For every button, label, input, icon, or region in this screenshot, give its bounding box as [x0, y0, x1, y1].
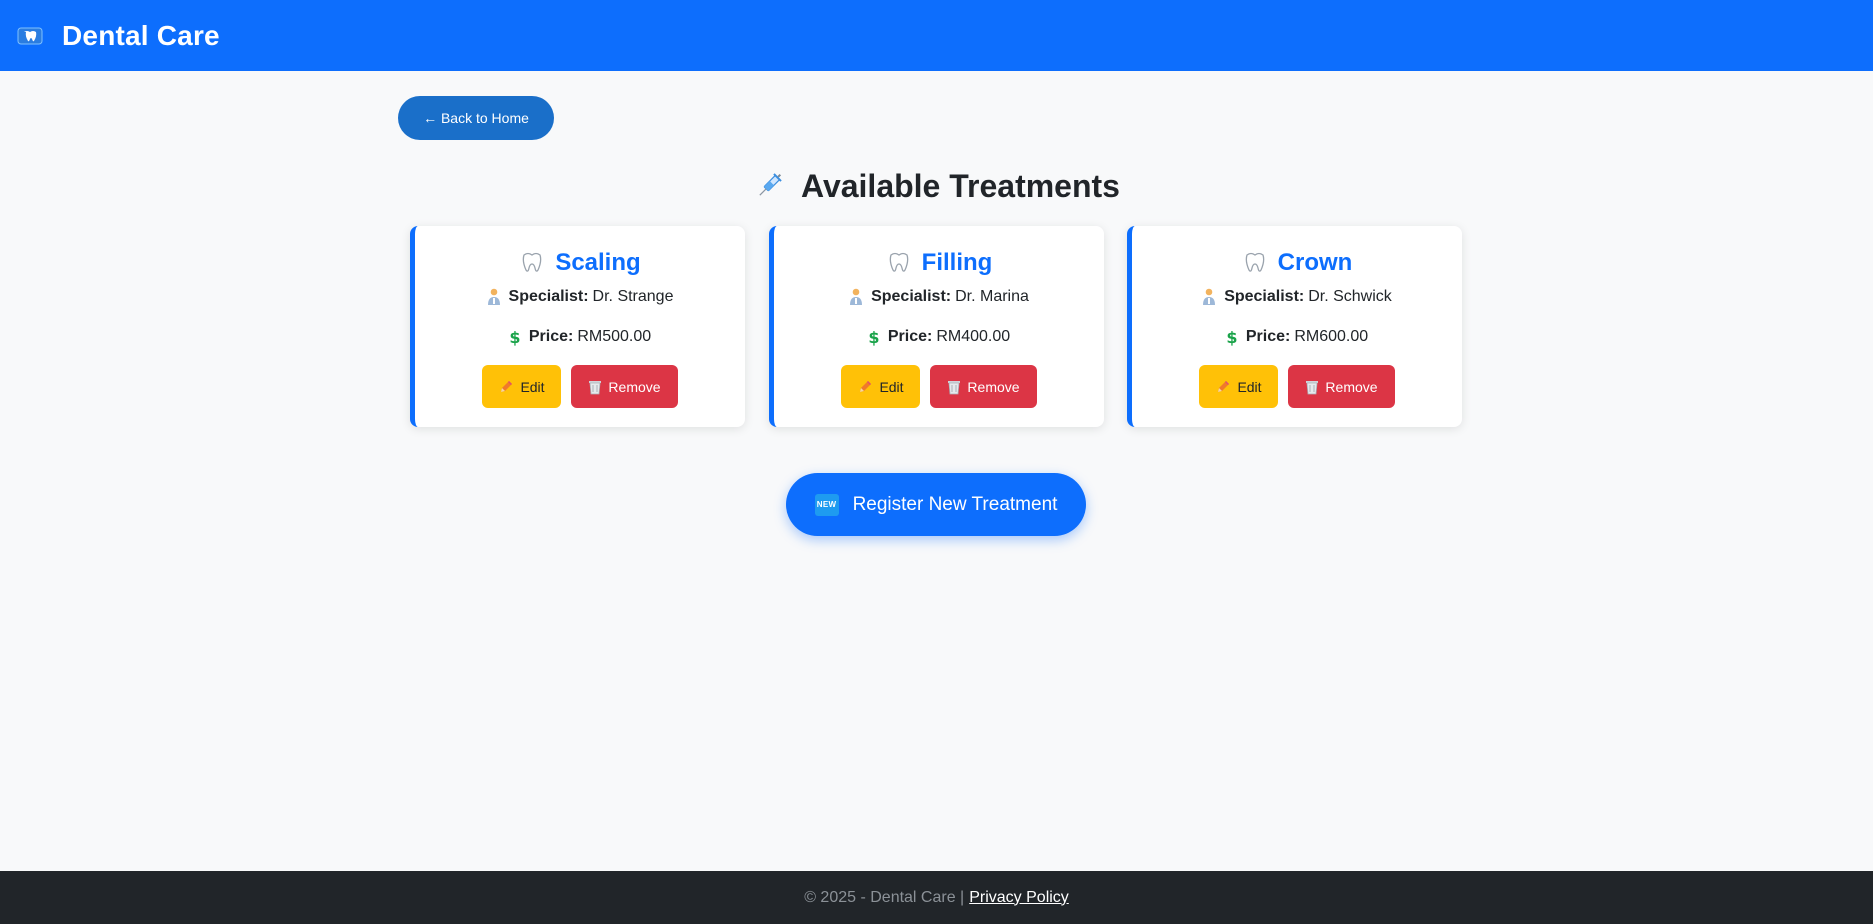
- specialist-value: Dr. Schwick: [1308, 288, 1392, 305]
- card-actions: Edit Remove: [774, 365, 1104, 408]
- svg-text:$: $: [868, 328, 879, 346]
- treatment-name-text: Crown: [1277, 249, 1353, 276]
- tooth-icon: [1242, 250, 1268, 276]
- specialist-line: Specialist: Dr. Marina: [774, 286, 1104, 308]
- doctor-icon: [1202, 288, 1216, 306]
- dollar-icon: $: [1226, 328, 1238, 346]
- remove-button-label: Remove: [967, 378, 1020, 395]
- doctor-icon: [487, 288, 501, 306]
- price-label: Price:: [528, 328, 574, 345]
- wastebasket-icon: [588, 379, 602, 395]
- remove-button[interactable]: Remove: [1288, 365, 1395, 408]
- brand-title[interactable]: Dental Care: [62, 20, 220, 52]
- new-badge-icon: NEW: [814, 493, 839, 516]
- wastebasket-icon: [947, 379, 961, 395]
- edit-button[interactable]: Edit: [1199, 365, 1278, 408]
- specialist-value: Dr. Marina: [955, 288, 1029, 305]
- price-line: $ Price: RM500.00: [415, 326, 745, 348]
- edit-button[interactable]: Edit: [482, 365, 561, 408]
- page-title-text: Available Treatments: [801, 167, 1120, 204]
- price-value: RM400.00: [936, 328, 1011, 345]
- remove-button-label: Remove: [608, 378, 661, 395]
- card-actions: Edit Remove: [1132, 365, 1462, 408]
- pencil-icon: [1215, 379, 1231, 395]
- specialist-line: Specialist: Dr. Schwick: [1132, 286, 1462, 308]
- footer: © 2025 - Dental Care | Privacy Policy: [0, 871, 1873, 924]
- register-new-treatment-button[interactable]: NEW Register New Treatment: [786, 473, 1086, 536]
- pencil-icon: [857, 379, 873, 395]
- tooth-icon: [519, 250, 545, 276]
- edit-button[interactable]: Edit: [841, 365, 920, 408]
- remove-button[interactable]: Remove: [930, 365, 1037, 408]
- footer-copyright: © 2025 - Dental Care |: [804, 888, 965, 906]
- dollar-icon: $: [868, 328, 880, 346]
- price-value: RM500.00: [577, 328, 652, 345]
- treatment-card: Crown Specialist: Dr. Schwick $ Price: R…: [1127, 226, 1462, 427]
- remove-button[interactable]: Remove: [571, 365, 678, 408]
- treatment-name: Crown: [1132, 246, 1462, 280]
- back-to-home-button[interactable]: ← Back to Home: [398, 96, 554, 140]
- wastebasket-icon: [1305, 379, 1319, 395]
- edit-button-label: Edit: [520, 378, 545, 395]
- treatment-name: Filling: [774, 246, 1104, 280]
- pencil-icon: [498, 379, 514, 395]
- edit-button-label: Edit: [1237, 378, 1262, 395]
- treatment-name-text: Filling: [921, 249, 993, 276]
- edit-button-label: Edit: [879, 378, 904, 395]
- specialist-label: Specialist:: [871, 288, 952, 305]
- remove-button-label: Remove: [1325, 378, 1378, 395]
- doctor-icon: [849, 288, 863, 306]
- card-actions: Edit Remove: [415, 365, 745, 408]
- tooth-icon: [886, 250, 912, 276]
- privacy-policy-link[interactable]: Privacy Policy: [969, 889, 1069, 907]
- price-label: Price:: [887, 328, 933, 345]
- treatment-card: Scaling Specialist: Dr. Strange $ Price:…: [410, 226, 745, 427]
- treatment-name: Scaling: [415, 246, 745, 280]
- specialist-label: Specialist:: [1224, 288, 1305, 305]
- svg-text:$: $: [1226, 328, 1237, 346]
- treatment-name-text: Scaling: [555, 249, 641, 276]
- specialist-value: Dr. Strange: [592, 288, 674, 305]
- tooth-logo-icon[interactable]: [16, 25, 44, 47]
- treatment-card: Filling Specialist: Dr. Marina $ Price: …: [769, 226, 1104, 427]
- specialist-line: Specialist: Dr. Strange: [415, 286, 745, 308]
- price-value: RM600.00: [1294, 328, 1369, 345]
- specialist-label: Specialist:: [508, 288, 589, 305]
- page-title: Available Treatments: [0, 164, 1873, 208]
- navbar: Dental Care: [0, 0, 1873, 71]
- price-label: Price:: [1245, 328, 1291, 345]
- dollar-icon: $: [509, 328, 521, 346]
- syringe-icon: [753, 170, 785, 202]
- price-line: $ Price: RM600.00: [1132, 326, 1462, 348]
- price-line: $ Price: RM400.00: [774, 326, 1104, 348]
- register-button-label: Register New Treatment: [852, 493, 1058, 515]
- svg-text:$: $: [509, 328, 520, 346]
